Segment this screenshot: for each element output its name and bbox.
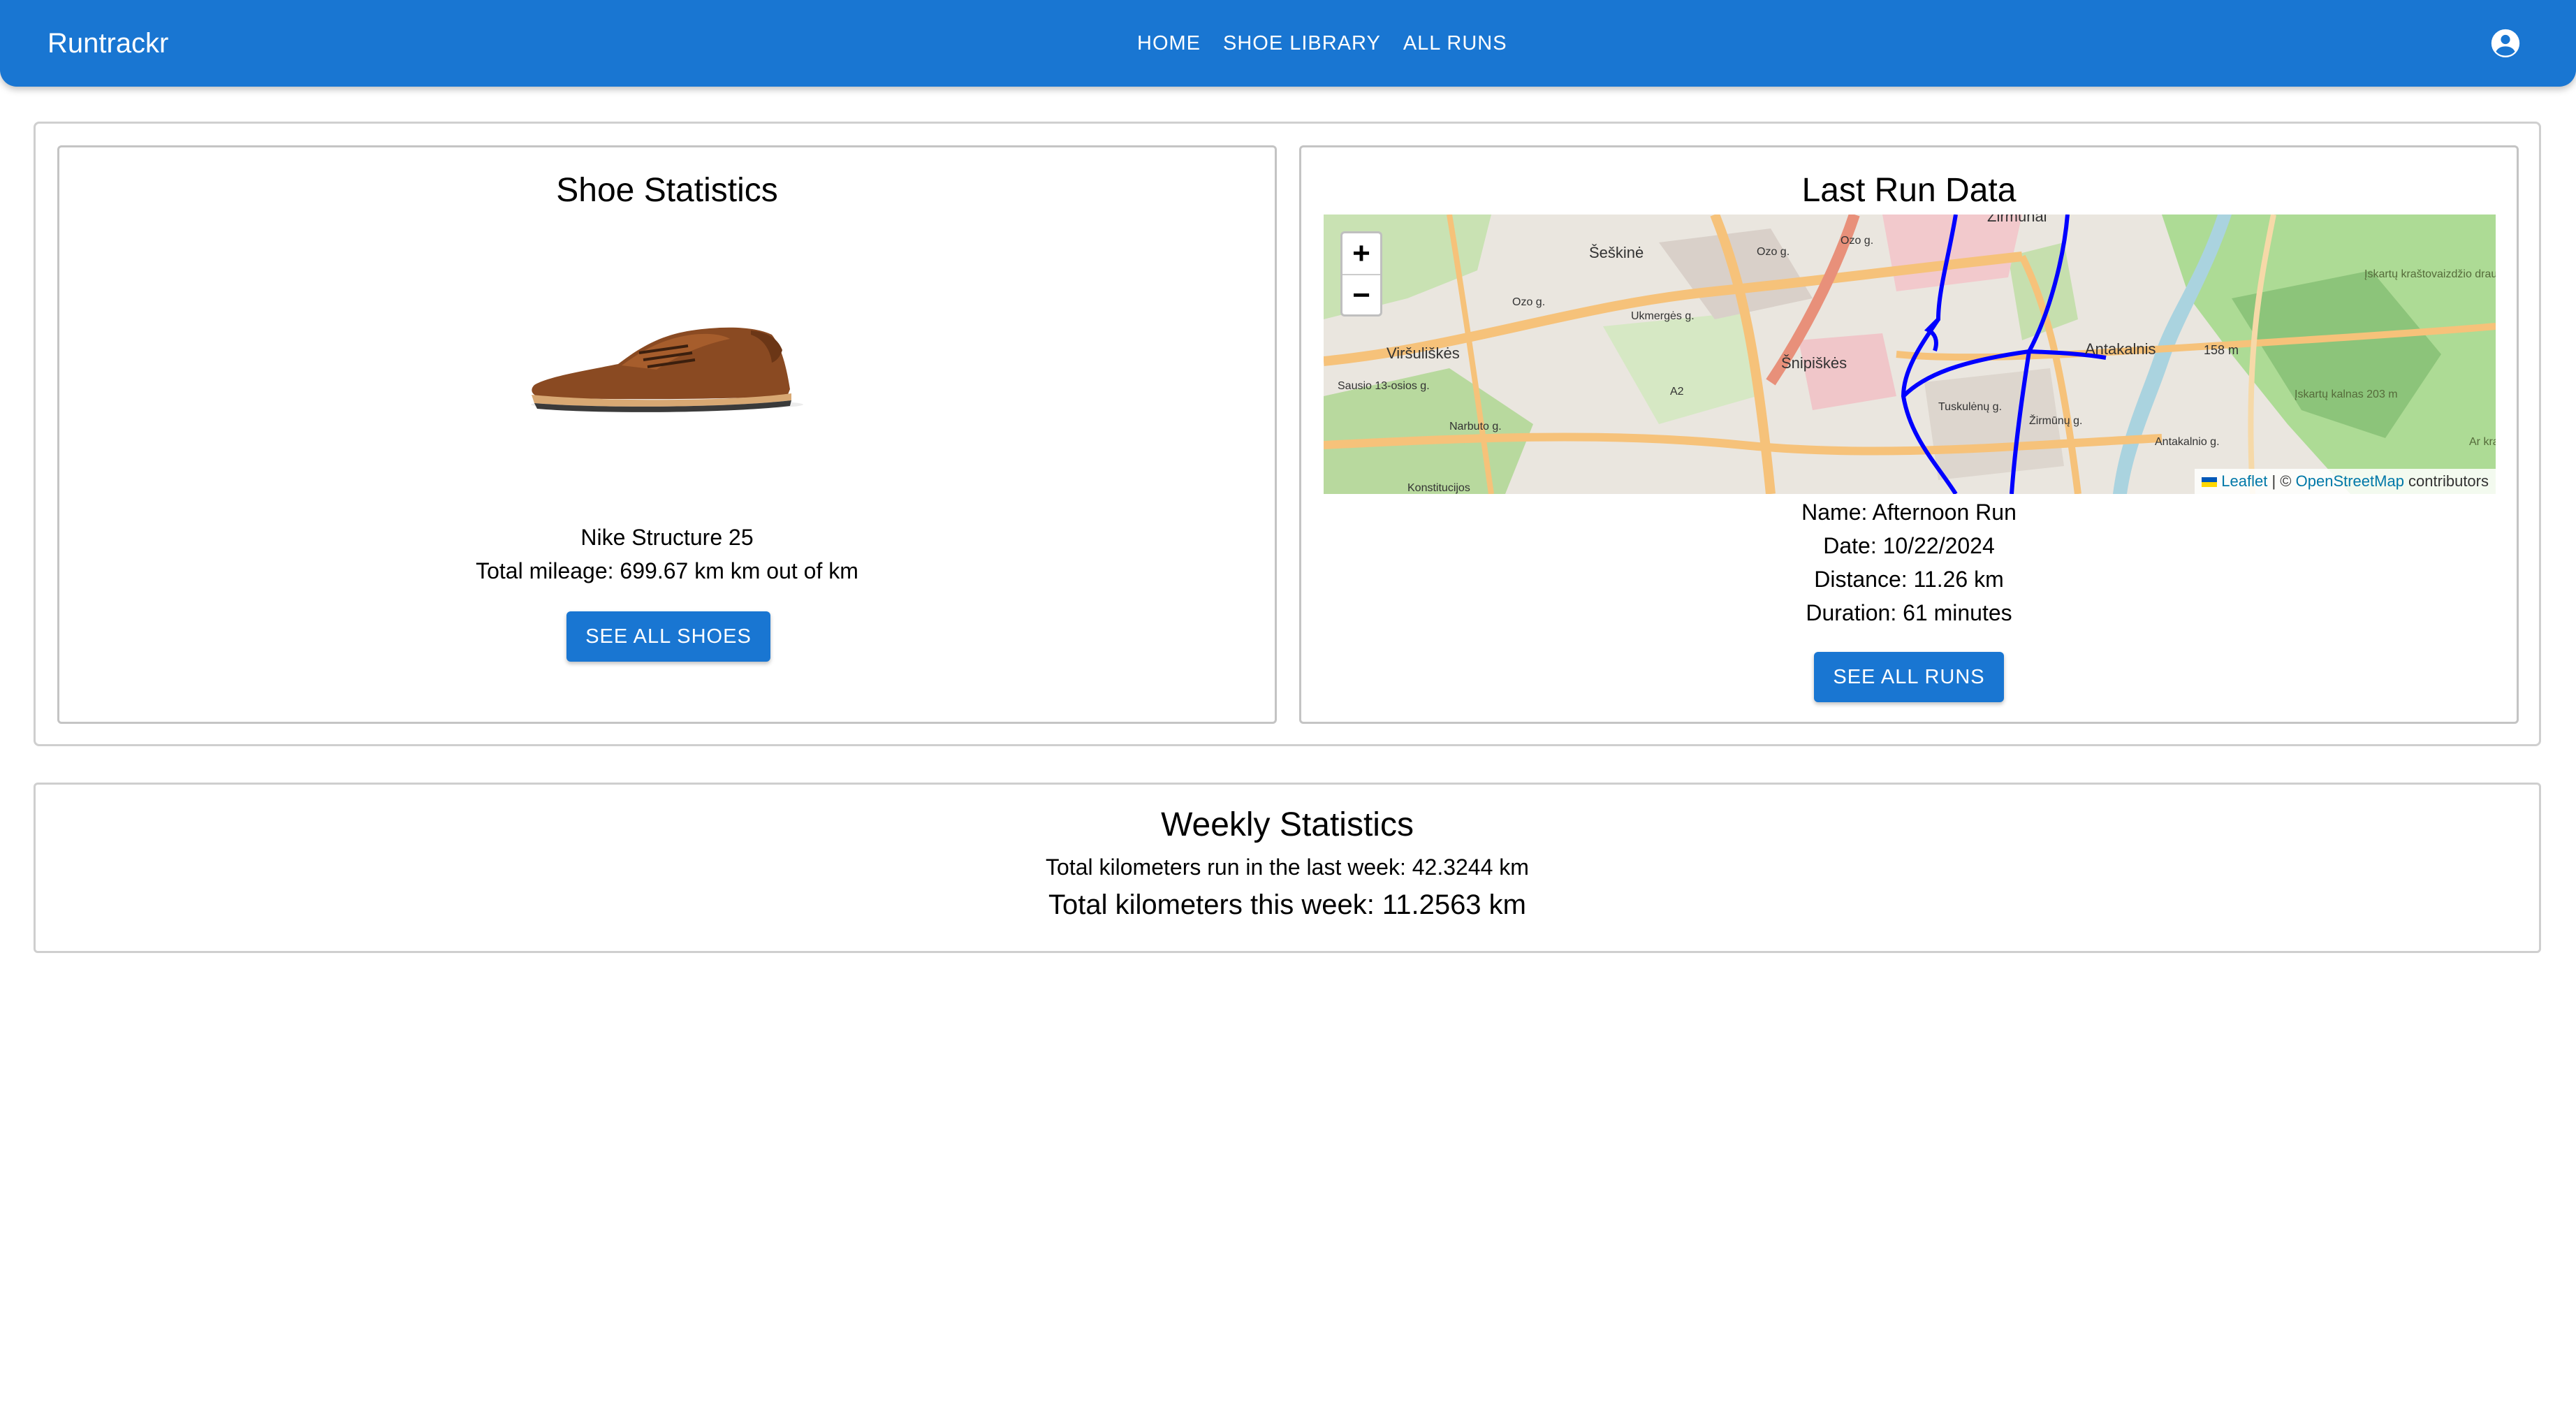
map-label-ozo-3: Ozo g. [1840, 235, 1873, 247]
nav-shoe-library[interactable]: SHOE LIBRARY [1212, 32, 1392, 55]
weekly-last-week-km: Total kilometers run in the last week: 4… [1046, 855, 1529, 880]
map-label-antakalnis: Antakalnis [2085, 340, 2156, 358]
weekly-statistics-card: Weekly Statistics Total kilometers run i… [34, 783, 2541, 953]
run-date: Date: 10/22/2024 [1823, 533, 1995, 558]
map-label-ozo-1: Ozo g. [1757, 246, 1790, 258]
shoe-image [531, 327, 803, 412]
nav-home[interactable]: HOME [1126, 32, 1212, 55]
map-label-iskartu-kalnas: Įskartų kalnas 203 m [2295, 388, 2398, 400]
see-all-shoes-button[interactable]: SEE ALL SHOES [566, 611, 770, 662]
map-label-zirmunu: Žirmūnų g. [2029, 414, 2082, 427]
map-label-ar-kras: Ar kraš [2469, 436, 2496, 448]
app-bar: Runtrackr HOME SHOE LIBRARY ALL RUNS [0, 0, 2576, 87]
map-label-antakalnio: Antakalnio g. [2155, 436, 2220, 448]
map-label-virsuliskes: Viršuliškės [1386, 344, 1460, 362]
see-all-runs-button[interactable]: SEE ALL RUNS [1814, 652, 2004, 702]
attribution-contributors: contributors [2403, 472, 2489, 490]
map-label-tuskulenu: Tuskulėnų g. [1938, 401, 2002, 413]
map-label-snipiskes: Šnipiškės [1781, 354, 1847, 372]
map-label-elevation-158: 158 m [2204, 343, 2239, 357]
shoe-mileage: Total mileage: 699.67 km km out of km [476, 558, 858, 583]
map-label-seskine: Šeškinė [1589, 244, 1644, 261]
shoe-name: Nike Structure 25 [580, 525, 754, 550]
zoom-in-button[interactable]: + [1342, 233, 1380, 275]
nav-all-runs[interactable]: ALL RUNS [1392, 32, 1518, 55]
nav-menu: HOME SHOE LIBRARY ALL RUNS [1126, 0, 1518, 87]
map-attribution: Leaflet | © OpenStreetMap contributors [2195, 469, 2496, 494]
shoe-statistics-title: Shoe Statistics [556, 172, 778, 209]
run-name: Name: Afternoon Run [1801, 500, 2017, 525]
weekly-this-week-km: Total kilometers this week: 11.2563 km [1048, 889, 1526, 920]
run-duration: Duration: 61 minutes [1806, 600, 2012, 625]
map-label-zirmunai: Žirmūnai [1987, 215, 2047, 225]
attribution-separator: | © [2267, 472, 2296, 490]
ukraine-flag-icon [2202, 477, 2218, 488]
last-run-title: Last Run Data [1801, 172, 2017, 209]
map-zoom-control: + − [1340, 231, 1382, 317]
weekly-statistics-title: Weekly Statistics [1161, 806, 1414, 843]
leaflet-link[interactable]: Leaflet [2221, 472, 2267, 490]
map-label-a2: A2 [1670, 386, 1684, 398]
openstreetmap-link[interactable]: OpenStreetMap [2296, 472, 2404, 490]
shoe-statistics-card: Shoe Statistics Nike Structure 25 Total … [57, 145, 1277, 724]
map-tiles: Žirmūnai Šeškinė Viršuliškės Šnipiškės A… [1324, 215, 2496, 494]
route-map[interactable]: Žirmūnai Šeškinė Viršuliškės Šnipiškės A… [1324, 215, 2496, 494]
brand-title[interactable]: Runtrackr [47, 0, 168, 87]
last-run-card: Last Run Data Žirmūnai Šeškinė Viršulišk… [1299, 145, 2519, 724]
map-label-sausio: Sausio 13-osios g. [1338, 380, 1430, 392]
zoom-out-button[interactable]: − [1342, 275, 1380, 316]
map-label-iskartu-draustinis: Įskartų kraštovaizdžio draustinis [2364, 268, 2496, 280]
map-label-narbuto: Narbuto g. [1449, 421, 1502, 432]
map-label-konstitucijos: Konstitucijos [1407, 482, 1470, 494]
account-circle-icon[interactable] [2490, 28, 2521, 59]
run-distance: Distance: 11.26 km [1814, 567, 2004, 592]
map-label-ozo-2: Ozo g. [1512, 296, 1545, 308]
map-label-ukmerges: Ukmergės g. [1631, 310, 1695, 322]
